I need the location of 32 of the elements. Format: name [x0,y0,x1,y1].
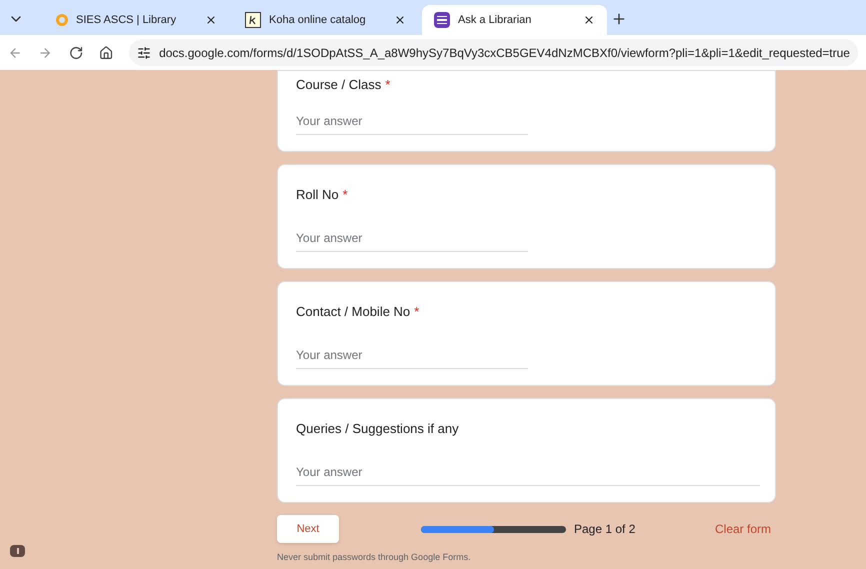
answer-field[interactable]: Your answer [296,229,528,252]
close-icon[interactable] [583,14,595,26]
reload-icon[interactable] [68,44,83,60]
answer-field[interactable]: Your answer [296,112,528,135]
question-title: Course / Class [296,76,382,94]
url-text: docs.google.com/forms/d/1SODpAtSS_A_a8W9hySy7BqVy3cxCB5GEV4dNzMCBXf0/viewform?pli=1&pli=1&edit_requested=true [159,44,850,62]
close-icon[interactable] [205,14,217,26]
next-button[interactable]: Next [277,515,339,543]
tab-title: Ask a Librarian [458,12,532,28]
k-logo-icon [245,12,261,28]
question-title: Queries / Suggestions if any [296,420,459,438]
close-icon[interactable] [394,14,406,26]
question-title: Contact / Mobile No [296,303,410,321]
tab-title: Koha online catalog [269,12,367,28]
question-title: Roll No [296,186,339,204]
password-warning: Never submit passwords through Google Forms. [277,551,472,564]
browser-tab[interactable]: Ask a Librarian [422,5,607,35]
browser-tab[interactable]: SIES ASCS | Library [44,5,229,35]
answer-field[interactable]: Your answer [296,346,528,369]
form-icon [434,12,450,28]
feedback-icon[interactable] [10,545,25,557]
tab-title: SIES ASCS | Library [76,12,178,28]
answer-field[interactable]: Your answer [296,463,760,486]
site-settings-icon[interactable] [137,46,152,60]
new-tab-icon[interactable] [611,11,627,27]
browser-tab[interactable]: Koha online catalog [233,5,418,35]
page-indicator: Page 1 of 2 [574,521,636,538]
required-asterisk: * [342,186,348,204]
address-bar[interactable]: docs.google.com/forms/d/1SODpAtSS_A_a8W9hySy7BqVy3cxCB5GEV4dNzMCBXf0/viewform?pli=1&pli=1&edit_requested=true [129,39,858,66]
required-asterisk: * [385,76,390,94]
required-asterisk: * [414,303,420,321]
home-icon[interactable] [98,44,114,60]
